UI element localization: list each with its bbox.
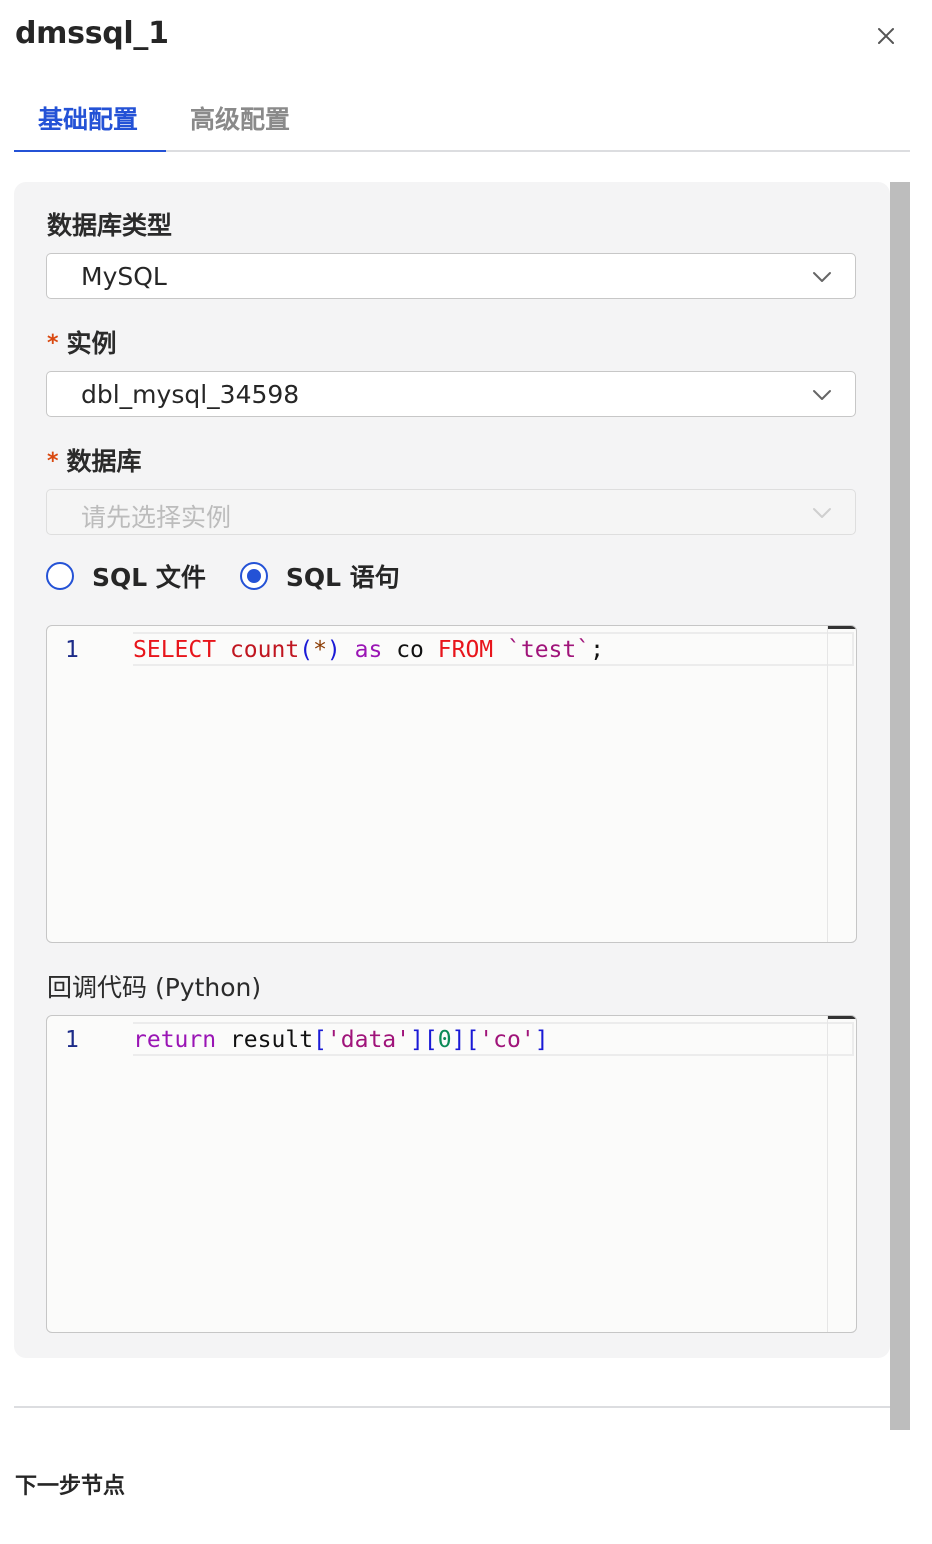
code-token: return [133, 1027, 217, 1053]
close-icon [878, 28, 894, 44]
code-token: * [313, 637, 327, 663]
db-type-value: MySQL [81, 262, 167, 291]
code-token: ] [410, 1027, 424, 1053]
required-mark: * [47, 331, 59, 356]
chevron-down-icon [813, 390, 831, 400]
code-token: [ [465, 1027, 480, 1053]
python-code-line: return result['data'][0]['co'] [133, 1024, 549, 1056]
code-token: SELECT [133, 637, 217, 663]
instance-label: * 实例 [47, 324, 117, 360]
line-number: 1 [65, 637, 79, 663]
code-token: `test` [507, 637, 591, 663]
code-token: 0 [437, 1027, 452, 1053]
chevron-down-icon [813, 272, 831, 282]
code-token: ( [299, 637, 314, 663]
radio-sql-file-label: SQL 文件 [92, 563, 206, 592]
code-token: ; [590, 637, 604, 663]
instance-select[interactable]: dbl_mysql_34598 [46, 371, 856, 417]
code-token: [ [313, 1027, 327, 1053]
sql-code-line: SELECT count(*) as co FROM `test`; [133, 634, 604, 666]
instance-value: dbl_mysql_34598 [81, 380, 300, 409]
code-token: ] [451, 1027, 466, 1053]
radio-sql-file[interactable]: SQL 文件 [46, 558, 206, 594]
required-mark: * [47, 449, 59, 474]
sql-code-editor[interactable]: 1 SELECT count(*) as co FROM `test`; [46, 625, 857, 943]
editor-scrollbar-thumb[interactable] [828, 626, 856, 629]
section-divider [14, 1406, 890, 1408]
database-placeholder: 请先选择实例 [81, 503, 232, 532]
sql-source-radio-group: SQL 文件 SQL 语句 [46, 558, 434, 594]
code-token: 'co' [479, 1027, 535, 1053]
tab-basic-config[interactable]: 基础配置 [38, 100, 138, 136]
next-node-heading: 下一步节点 [15, 1474, 126, 1499]
code-token: co [396, 637, 424, 663]
page-title: dmssql_1 [15, 16, 169, 51]
code-token: ) [326, 637, 341, 663]
tab-bar: 基础配置 高级配置 [14, 92, 910, 152]
editor-scrollbar-thumb[interactable] [828, 1016, 856, 1019]
editor-scrollbar[interactable] [827, 1016, 856, 1332]
python-code-editor[interactable]: 1 return result['data'][0]['co'] [46, 1015, 857, 1333]
active-tab-indicator [14, 150, 166, 152]
close-button[interactable] [872, 22, 900, 50]
line-number: 1 [65, 1027, 79, 1053]
db-type-select[interactable]: MySQL [46, 253, 856, 299]
code-token: as [354, 637, 383, 663]
code-token: [ [423, 1027, 438, 1053]
code-token: 'data' [326, 1027, 410, 1053]
callback-label: 回调代码 (Python) [47, 973, 262, 1002]
radio-sql-statement-label: SQL 语句 [285, 563, 400, 592]
tab-advanced-config[interactable]: 高级配置 [190, 100, 290, 136]
code-token: ] [534, 1027, 549, 1053]
db-type-label: 数据库类型 [47, 211, 173, 240]
instance-label-text: 实例 [66, 329, 117, 358]
chevron-down-icon [813, 508, 831, 518]
code-token: count [229, 637, 300, 663]
radio-circle-checked [239, 562, 268, 590]
code-token: FROM [437, 637, 494, 663]
panel-scrollbar[interactable] [890, 182, 910, 1430]
radio-circle-unchecked [46, 562, 74, 590]
radio-sql-statement[interactable]: SQL 语句 [239, 558, 400, 594]
database-label: * 数据库 [47, 442, 142, 478]
code-token: result [229, 1027, 314, 1053]
database-select[interactable]: 请先选择实例 [46, 489, 856, 535]
editor-scrollbar[interactable] [827, 626, 856, 942]
database-label-text: 数据库 [66, 447, 142, 476]
